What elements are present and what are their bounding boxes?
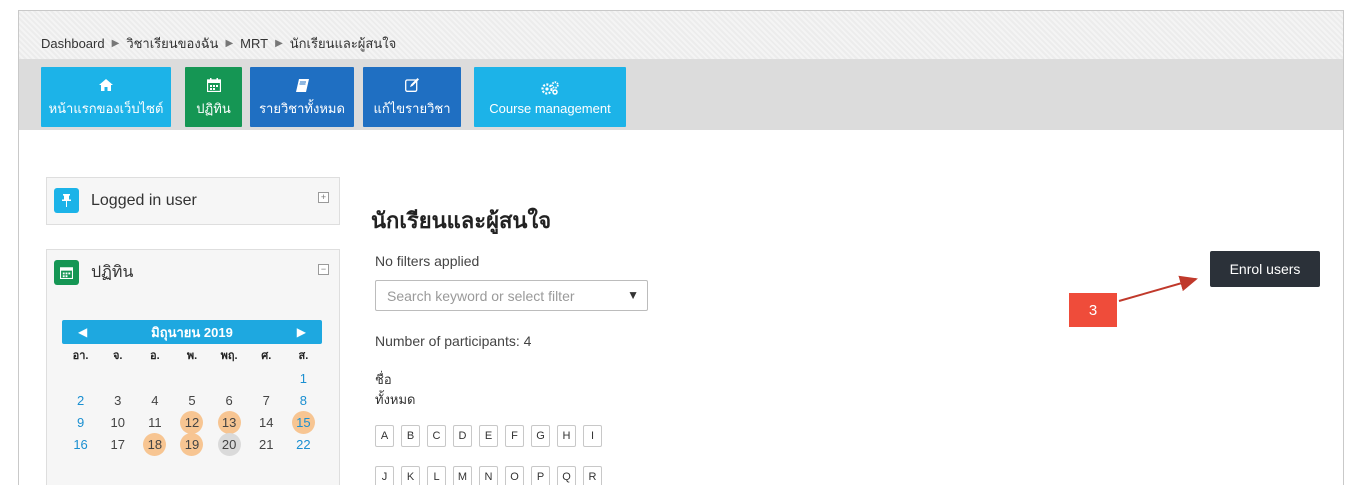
page-frame: Dashboard ▶ วิชาเรียนของฉัน ▶ MRT ▶ นักเ… xyxy=(18,10,1344,485)
enrol-users-button[interactable]: Enrol users xyxy=(1210,251,1320,287)
step-callout-badge: 3 xyxy=(1069,293,1117,327)
annotation-arrow xyxy=(1118,275,1198,302)
